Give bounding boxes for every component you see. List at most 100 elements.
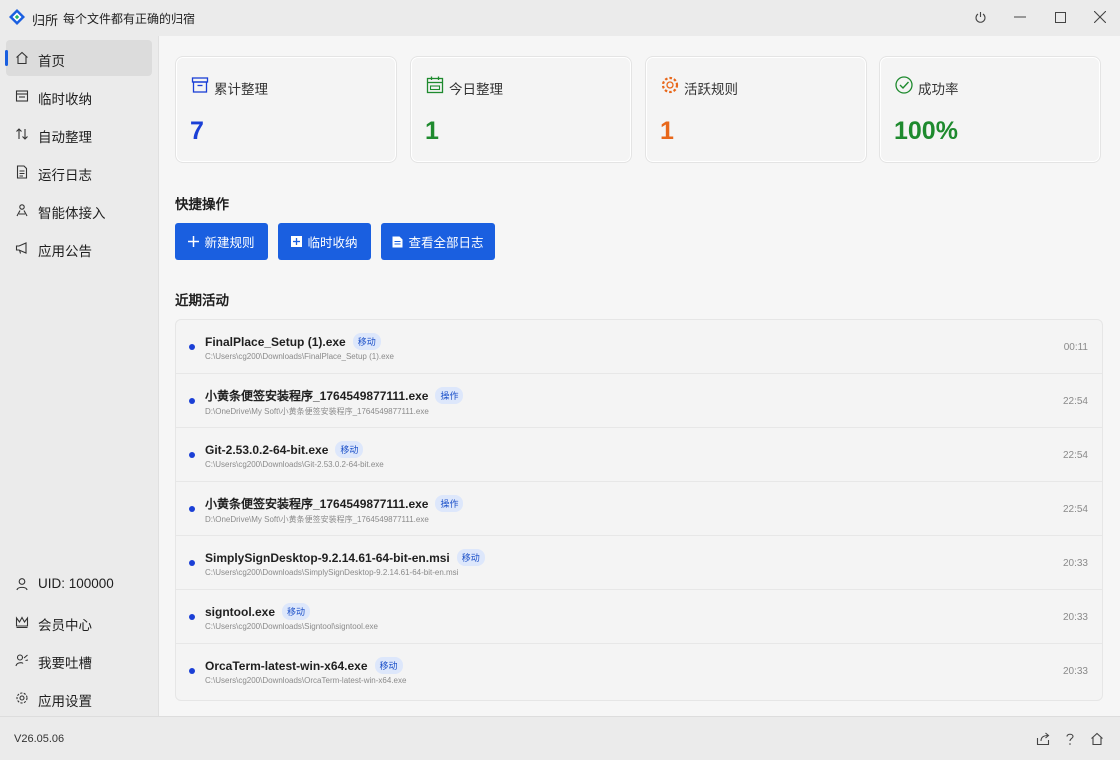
stat-label: 活跃规则 xyxy=(684,82,738,97)
minimize-button[interactable] xyxy=(1008,6,1032,28)
maximize-icon xyxy=(1054,11,1066,23)
timestamp: 20:33 xyxy=(1062,612,1088,623)
close-button[interactable] xyxy=(1088,6,1112,28)
calendar-icon xyxy=(426,76,444,94)
agent-icon xyxy=(14,202,30,218)
list-item[interactable]: SimplySignDesktop-9.2.14.61-64-bit-en.ms… xyxy=(176,536,1102,590)
sidebar-item-membership[interactable]: 会员中心 xyxy=(6,604,152,640)
file-name: 小黄条便签安装程序_1764549877111.exe 操作 xyxy=(205,495,464,512)
stat-value: 7 xyxy=(190,117,204,145)
plus-icon xyxy=(188,236,200,247)
status-bar: V26.05.06 xyxy=(0,716,1120,760)
stat-label: 成功率 xyxy=(918,82,959,97)
file-name-text: FinalPlace_Setup (1).exe xyxy=(205,335,346,349)
help-icon[interactable] xyxy=(1062,731,1078,747)
recent-activity-list: FinalPlace_Setup (1).exe 移动 C:\Users\cg20… xyxy=(175,319,1103,701)
home-icon xyxy=(14,50,30,66)
stat-value: 1 xyxy=(660,117,674,145)
gear-icon xyxy=(14,690,30,706)
sidebar-item-temp-storage[interactable]: 临时收纳 xyxy=(6,78,152,114)
new-rule-button[interactable]: 新建规则 xyxy=(175,223,268,260)
file-path: C:\Users\cg200\Downloads\FinalPlace_Setu… xyxy=(205,352,394,361)
file-path: D:\OneDrive\My Soft\小黄条便签安装程序_1764549877… xyxy=(205,407,429,416)
stat-value: 100% xyxy=(894,117,958,145)
bullet-dot-icon xyxy=(189,452,195,458)
user-icon xyxy=(14,576,30,592)
action-tag: 移动 xyxy=(335,441,364,458)
list-item[interactable]: OrcaTerm-latest-win-x64.exe 移动 C:\Users\c… xyxy=(176,644,1102,698)
file-name: Git-2.53.0.2-64-bit.exe 移动 xyxy=(205,441,364,458)
app-name: 归所 xyxy=(32,13,59,28)
check-circle-icon xyxy=(895,76,913,94)
stat-card-today: 今日整理 1 xyxy=(410,56,632,163)
action-tag: 操作 xyxy=(435,495,464,512)
list-item[interactable]: signtool.exe 移动 C:\Users\cg200\Downloads\… xyxy=(176,590,1102,644)
file-name: signtool.exe 移动 xyxy=(205,603,311,620)
sidebar-item-settings[interactable]: 应用设置 xyxy=(6,680,152,716)
close-icon xyxy=(1094,11,1106,23)
sidebar-item-feedback[interactable]: 我要吐槽 xyxy=(6,642,152,678)
version-label: V26.05.06 xyxy=(14,733,65,745)
bullet-dot-icon xyxy=(189,506,195,512)
minimize-icon xyxy=(1014,16,1026,18)
power-icon xyxy=(975,11,985,23)
sidebar-item-label: 临时收纳 xyxy=(38,92,92,107)
timestamp: 22:54 xyxy=(1062,450,1088,461)
list-item[interactable]: Git-2.53.0.2-64-bit.exe 移动 C:\Users\cg200… xyxy=(176,428,1102,482)
action-tag: 移动 xyxy=(282,603,311,620)
quick-actions-title: 快捷操作 xyxy=(175,197,229,212)
file-path: C:\Users\cg200\Downloads\Git-2.53.0.2-64… xyxy=(205,460,384,469)
sidebar-item-announcement[interactable]: 应用公告 xyxy=(6,230,152,266)
sidebar-item-label: 首页 xyxy=(38,54,65,69)
maximize-button[interactable] xyxy=(1048,6,1072,28)
file-path: C:\Users\cg200\Downloads\SimplySignDeskt… xyxy=(205,568,459,577)
view-all-logs-button[interactable]: 查看全部日志 xyxy=(381,223,495,260)
list-item[interactable]: 小黄条便签安装程序_1764549877111.exe 操作 D:\OneDriv… xyxy=(176,482,1102,536)
bullet-dot-icon xyxy=(189,668,195,674)
file-path: C:\Users\cg200\Downloads\Signtool\signto… xyxy=(205,622,378,631)
timestamp: 20:33 xyxy=(1062,558,1088,569)
inbox-icon xyxy=(14,88,30,104)
document-icon xyxy=(392,236,403,247)
title-bar: 归所 每个文件都有正确的归宿 xyxy=(0,0,1120,36)
share-icon[interactable] xyxy=(1035,731,1051,747)
archive-icon xyxy=(191,77,209,93)
crown-icon xyxy=(14,614,30,630)
stat-card-active-rules: 活跃规则 1 xyxy=(645,56,867,163)
timestamp: 20:33 xyxy=(1062,666,1088,677)
sidebar-item-label: 应用设置 xyxy=(38,694,92,709)
sidebar-item-label: 应用公告 xyxy=(38,244,92,259)
power-button[interactable] xyxy=(968,6,992,28)
recent-activity-title: 近期活动 xyxy=(175,293,229,308)
stat-label: 累计整理 xyxy=(214,82,268,97)
sidebar-item-uid[interactable]: UID: 100000 xyxy=(6,566,152,602)
file-name: FinalPlace_Setup (1).exe 移动 xyxy=(205,333,381,350)
temp-storage-button[interactable]: 临时收纳 xyxy=(278,223,371,260)
button-label: 临时收纳 xyxy=(307,236,358,250)
sidebar-item-logs[interactable]: 运行日志 xyxy=(6,154,152,190)
stat-card-success-rate: 成功率 100% xyxy=(879,56,1101,163)
sidebar-item-label: 智能体接入 xyxy=(38,206,106,221)
list-item[interactable]: 小黄条便签安装程序_1764549877111.exe 操作 D:\OneDriv… xyxy=(176,374,1102,428)
file-name: SimplySignDesktop-9.2.14.61-64-bit-en.ms… xyxy=(205,549,485,566)
feedback-icon xyxy=(14,652,30,668)
sidebar-item-home[interactable]: 首页 xyxy=(5,40,152,76)
sort-arrows-icon xyxy=(14,126,30,142)
file-name-text: 小黄条便签安装程序_1764549877111.exe xyxy=(205,389,429,403)
app-slogan: 每个文件都有正确的归宿 xyxy=(63,12,196,26)
button-label: 查看全部日志 xyxy=(408,236,484,250)
sidebar-item-agent[interactable]: 智能体接入 xyxy=(6,192,152,228)
file-name-text: signtool.exe xyxy=(205,605,276,619)
timestamp: 22:54 xyxy=(1062,396,1088,407)
list-item[interactable]: FinalPlace_Setup (1).exe 移动 C:\Users\cg20… xyxy=(176,320,1102,374)
sidebar-item-label: 自动整理 xyxy=(38,130,92,145)
file-name: OrcaTerm-latest-win-x64.exe 移动 xyxy=(205,657,403,674)
megaphone-icon xyxy=(14,240,30,256)
action-tag: 操作 xyxy=(435,387,464,404)
active-indicator xyxy=(5,50,8,66)
button-label: 新建规则 xyxy=(204,236,255,250)
home-shortcut-icon[interactable] xyxy=(1089,731,1105,747)
stat-value: 1 xyxy=(425,117,439,145)
sidebar-item-auto-organize[interactable]: 自动整理 xyxy=(6,116,152,152)
bullet-dot-icon xyxy=(189,560,195,566)
